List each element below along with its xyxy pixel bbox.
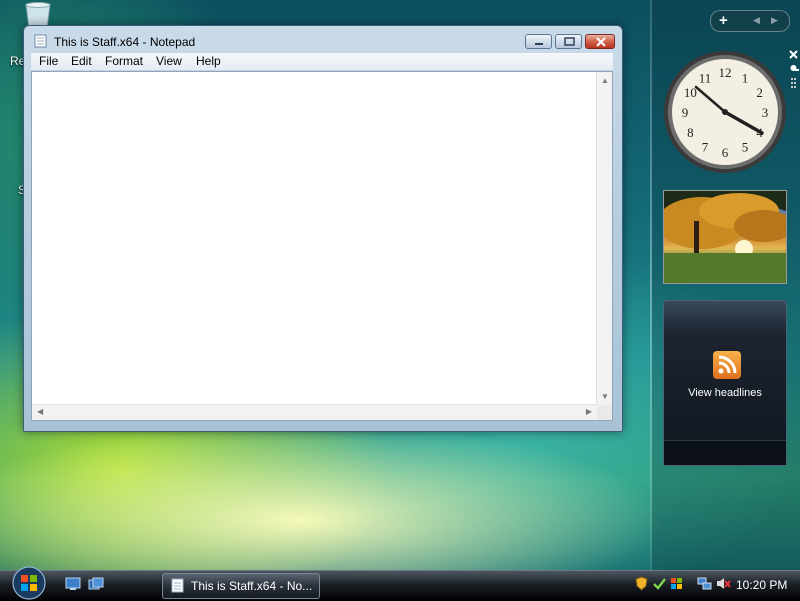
close-button[interactable]: [585, 34, 615, 49]
clock-numeral: 6: [722, 145, 729, 160]
show-desktop-icon[interactable]: [65, 577, 81, 591]
network-check-icon[interactable]: [652, 576, 667, 591]
next-page-icon[interactable]: ▶: [771, 15, 778, 26]
rss-feed-icon: [713, 351, 741, 379]
maximize-button[interactable]: [555, 34, 582, 49]
menu-bar: File Edit Format View Help: [31, 53, 613, 71]
autumn-tree-photo: [664, 191, 786, 283]
gadget-close-icon[interactable]: [789, 50, 798, 59]
previous-page-icon[interactable]: ◀: [753, 15, 760, 26]
slideshow-gadget[interactable]: [663, 190, 787, 284]
switch-windows-icon[interactable]: [88, 577, 104, 591]
gadget-options-icon[interactable]: [790, 65, 800, 71]
volume-muted-icon[interactable]: [716, 576, 731, 591]
add-gadget-icon[interactable]: +: [719, 12, 728, 29]
menu-file[interactable]: File: [37, 54, 60, 68]
clock-numeral: 11: [699, 70, 712, 85]
close-icon: [596, 37, 606, 47]
minimize-button[interactable]: [525, 34, 552, 49]
scroll-right-icon[interactable]: ▶: [586, 408, 592, 416]
menu-view[interactable]: View: [154, 54, 184, 68]
clock-numeral: 2: [756, 85, 763, 100]
window-title: This is Staff.x64 - Notepad: [54, 35, 196, 49]
clock-gadget[interactable]: 121234567891011: [663, 50, 787, 174]
notepad-icon: [171, 578, 184, 593]
clock-numeral: 8: [687, 125, 694, 140]
clock-numeral: 5: [742, 140, 749, 155]
menu-edit[interactable]: Edit: [69, 54, 94, 68]
taskbar-button-notepad[interactable]: This is Staff.x64 - No...: [162, 573, 320, 599]
start-button[interactable]: [10, 566, 48, 600]
gadget-toolbar: [789, 50, 800, 88]
title-bar[interactable]: This is Staff.x64 - Notepad: [24, 26, 622, 54]
taskbar-clock[interactable]: 10:20 PM: [736, 578, 787, 592]
notepad-icon: [34, 34, 47, 48]
clock-numeral: 1: [742, 70, 749, 85]
scrollbar-corner: [597, 405, 612, 420]
gadget-drag-icon[interactable]: [791, 78, 796, 88]
clock-numeral: 12: [719, 65, 732, 80]
sidebar-controls: + ◀ ▶: [710, 10, 790, 32]
scroll-left-icon[interactable]: ◀: [37, 408, 43, 416]
menu-format[interactable]: Format: [103, 54, 145, 68]
network-icon[interactable]: [697, 576, 712, 591]
clock-numeral: 9: [682, 105, 689, 120]
maximize-icon: [564, 37, 575, 46]
clock-numeral: 3: [762, 105, 769, 120]
taskbar-button-label: This is Staff.x64 - No...: [191, 579, 313, 593]
clock-numeral: 7: [702, 140, 709, 155]
scroll-down-icon[interactable]: ▼: [601, 393, 609, 401]
horizontal-scrollbar[interactable]: ◀ ▶: [32, 404, 597, 420]
scroll-up-icon[interactable]: ▲: [601, 77, 609, 85]
feed-footer: [664, 440, 786, 465]
vertical-scrollbar[interactable]: ▲ ▼: [596, 72, 612, 405]
sidebar-divider: [650, 0, 652, 570]
text-editor[interactable]: ▲ ▼ ◀ ▶: [31, 71, 613, 421]
feed-headlines-gadget[interactable]: View headlines: [663, 300, 787, 466]
windows-flag-icon[interactable]: [669, 576, 684, 591]
menu-help[interactable]: Help: [194, 54, 223, 68]
minimize-icon: [535, 43, 543, 45]
security-shield-icon[interactable]: [634, 576, 649, 591]
notepad-window[interactable]: This is Staff.x64 - Notepad File Edit Fo…: [23, 25, 623, 432]
view-headlines-link[interactable]: View headlines: [664, 387, 786, 399]
